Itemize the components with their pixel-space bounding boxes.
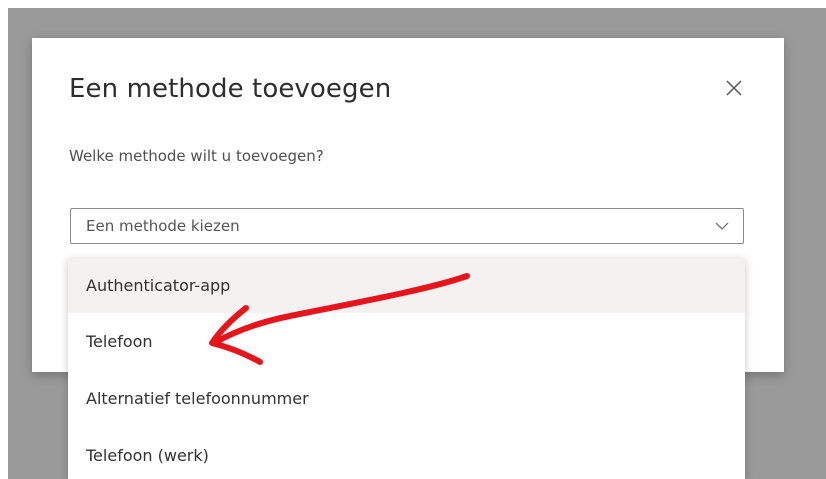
- option-telefoon[interactable]: Telefoon: [68, 314, 745, 369]
- chevron-down-icon: [715, 222, 729, 230]
- close-icon: [726, 80, 742, 96]
- method-select[interactable]: Een methode kiezen: [70, 208, 744, 244]
- method-select-value: Een methode kiezen: [86, 217, 240, 235]
- option-authenticator-app[interactable]: Authenticator-app: [68, 258, 745, 313]
- page: Een methode toevoegen Welke methode wilt…: [0, 0, 826, 479]
- method-dropdown-list: Authenticator-app Telefoon Alternatief t…: [68, 258, 745, 479]
- dialog-title: Een methode toevoegen: [69, 74, 392, 104]
- option-telefoon-werk[interactable]: Telefoon (werk): [68, 428, 745, 479]
- method-question: Welke methode wilt u toevoegen?: [69, 147, 324, 165]
- close-button[interactable]: [723, 77, 745, 99]
- option-alternatief-telefoonnummer[interactable]: Alternatief telefoonnummer: [68, 371, 745, 426]
